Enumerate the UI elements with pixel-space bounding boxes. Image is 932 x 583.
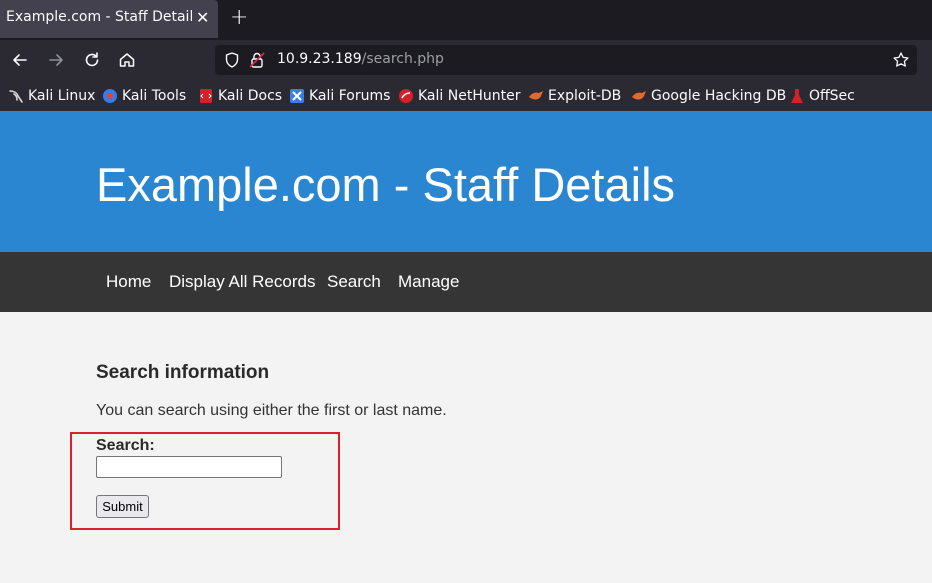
kali-forums-icon <box>289 88 305 104</box>
insecure-lock-icon[interactable] <box>248 51 266 69</box>
home-icon[interactable] <box>117 50 137 70</box>
web-page: Example.com - Staff Details Home Display… <box>0 111 932 583</box>
bookmark-label: Kali Tools <box>122 88 187 104</box>
bookmark-star-icon[interactable] <box>892 51 910 69</box>
bookmark-google-hacking-db[interactable]: Google Hacking DB <box>631 86 786 106</box>
kali-docs-icon <box>198 88 214 104</box>
browser-tab[interactable]: Example.com - Staff Details - ✕ <box>0 0 218 38</box>
site-title: Example.com - Staff Details <box>96 158 676 211</box>
kali-nethunter-icon <box>398 88 414 104</box>
bookmark-label: Exploit-DB <box>548 88 622 104</box>
bookmark-kali-forums[interactable]: Kali Forums <box>289 86 390 106</box>
url-path: /search.php <box>361 51 444 67</box>
url-host: 10.9.23.189 <box>277 51 362 67</box>
bookmark-offsec[interactable]: OffSec <box>789 86 855 106</box>
site-nav: Home Display All Records Search Manage <box>0 252 932 312</box>
tab-title: Example.com - Staff Details - <box>6 9 192 25</box>
submit-button[interactable]: Submit <box>96 495 149 518</box>
kali-dragon-icon <box>8 88 24 104</box>
bookmark-label: Kali Linux <box>28 88 96 104</box>
offsec-icon <box>789 88 805 104</box>
nav-manage-link[interactable]: Manage <box>398 272 459 292</box>
section-heading: Search information <box>96 362 270 383</box>
new-tab-icon[interactable]: + <box>230 6 248 30</box>
bookmark-label: Kali Docs <box>218 88 283 104</box>
search-description: You can search using either the first or… <box>96 402 447 419</box>
bookmark-kali-tools[interactable]: Kali Tools <box>102 86 186 106</box>
bookmark-label: OffSec <box>809 88 855 104</box>
shield-icon[interactable] <box>223 51 241 69</box>
ghdb-icon <box>631 88 647 104</box>
bookmark-kali-linux[interactable]: Kali Linux <box>8 86 95 106</box>
back-icon[interactable] <box>10 50 30 70</box>
forward-icon[interactable] <box>46 50 66 70</box>
bookmark-label: Kali Forums <box>309 88 391 104</box>
bookmark-kali-docs[interactable]: Kali Docs <box>198 86 282 106</box>
search-input[interactable] <box>96 456 282 478</box>
url-text[interactable]: 10.9.23.189/search.php <box>277 51 444 67</box>
bookmarks-toolbar: Kali Linux Kali Tools Kali Docs Kali For… <box>0 80 932 111</box>
bookmark-kali-nethunter[interactable]: Kali NetHunter <box>398 86 520 106</box>
browser-toolbar: 10.9.23.189/search.php <box>0 40 932 80</box>
bookmark-label: Kali NetHunter <box>418 88 521 104</box>
reload-icon[interactable] <box>82 50 102 70</box>
kali-tools-icon <box>102 88 118 104</box>
site-header: Example.com - Staff Details <box>0 111 932 252</box>
bookmark-label: Google Hacking DB <box>651 88 787 104</box>
browser-tab-bar: Example.com - Staff Details - ✕ + <box>0 0 932 40</box>
nav-home-link[interactable]: Home <box>106 272 151 292</box>
address-bar[interactable]: 10.9.23.189/search.php <box>215 45 917 75</box>
nav-display-all-records-link[interactable]: Display All Records <box>169 272 315 292</box>
search-label: Search: <box>96 437 155 454</box>
nav-search-link[interactable]: Search <box>327 272 381 292</box>
bookmark-exploit-db[interactable]: Exploit-DB <box>528 86 621 106</box>
tab-close-icon[interactable]: ✕ <box>196 8 209 28</box>
exploit-db-icon <box>528 88 544 104</box>
